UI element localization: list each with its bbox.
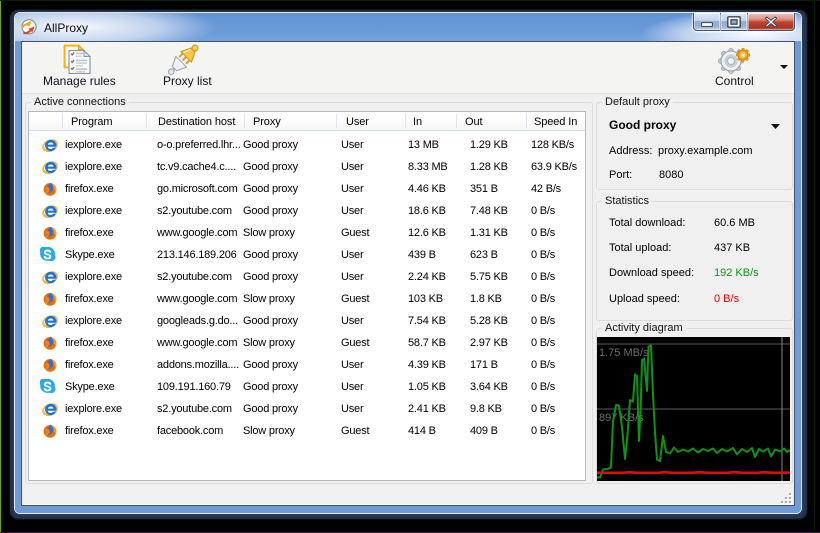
svg-text:1.75 MB/s: 1.75 MB/s [599, 347, 649, 359]
